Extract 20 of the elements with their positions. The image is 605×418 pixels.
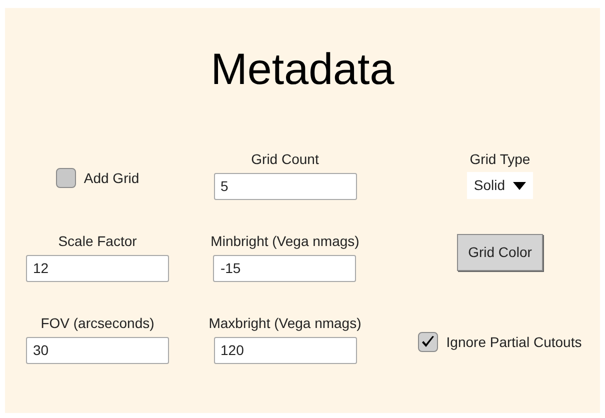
text-field[interactable]: 5 [214, 173, 356, 200]
dropdown-arrow-icon [513, 182, 526, 190]
page-title: Metadata [210, 45, 396, 95]
checkmark-icon [421, 335, 436, 349]
text-field[interactable]: 30 [26, 337, 169, 364]
dropdown-label: Grid Type [470, 150, 530, 168]
field-label: Minbright (Vega nmags) [210, 232, 360, 250]
field-label: Grid Count [251, 150, 319, 168]
checkbox[interactable] [418, 332, 438, 352]
text-field[interactable]: -15 [213, 255, 356, 282]
grid-color-button[interactable]: Grid Color [457, 234, 543, 271]
field-label: Scale Factor [58, 232, 137, 250]
checkbox-label: Ignore Partial Cutouts [446, 332, 582, 352]
checkbox-label: Add Grid [84, 168, 140, 188]
field-label: FOV (arcseconds) [40, 314, 154, 332]
text-field[interactable]: 120 [214, 337, 356, 364]
grid-type-dropdown[interactable]: Solid [466, 172, 534, 199]
checkbox[interactable] [56, 168, 76, 188]
field-label: Maxbright (Vega nmags) [208, 314, 362, 332]
text-field[interactable]: 12 [26, 255, 169, 282]
